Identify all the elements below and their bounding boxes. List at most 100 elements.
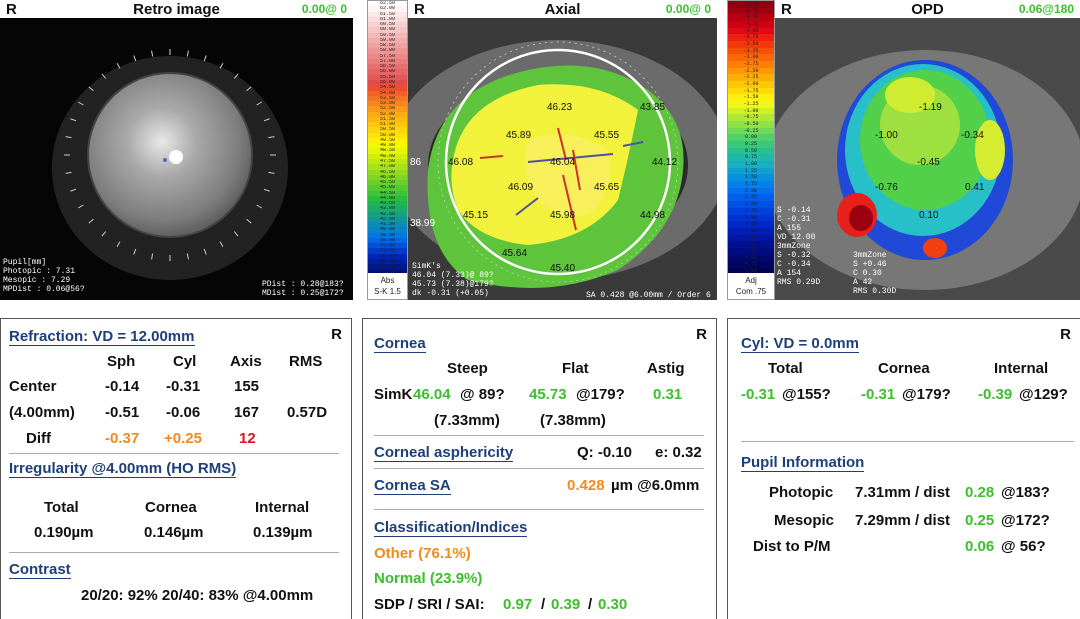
scale-cell: -1.50 (728, 94, 774, 102)
scale-cell: -3.50 (728, 41, 774, 48)
axial-color-scale: 62.50 62.00 61.50 61.00 60.50 60.00 59.50 59.00… (367, 0, 408, 300)
axial-reading: 45.40 (550, 263, 576, 274)
opd-left-line: C -0.31 (777, 215, 811, 224)
center-axis: 155 (234, 378, 260, 395)
scale-cell: -0.75 (728, 114, 774, 122)
axial-simk-line: 45.73 (7.38)@179? (412, 280, 494, 289)
retro-pupil-info: Pupil[mm] Photopic : 7.31 Mesopic : 7.29… (3, 258, 85, 294)
scale-cell: 2.00 (728, 187, 774, 195)
axial-map (408, 0, 717, 300)
opd-value: 0.06@180 (1018, 2, 1074, 16)
opd-scale-footer: Adj Com .75 (728, 273, 774, 299)
scale-cell: 4.50 (728, 254, 774, 262)
axial-reading: 46.09 (508, 182, 534, 193)
cyl-title: Cyl: VD = 0.0mm (741, 335, 859, 353)
retro-pupil-line: Pupil[mm] (3, 258, 47, 267)
divider (374, 435, 704, 436)
center-cyl: -0.31 (166, 378, 201, 395)
opd-right-line: A 42 (853, 278, 873, 287)
4mm-axis: 167 (234, 404, 260, 421)
axial-reading: 45.55 (594, 130, 620, 141)
axial-header: R Axial 0.00@ 0 (408, 0, 717, 18)
opd-reading: 0.41 (965, 182, 985, 193)
axial-reading: 44.12 (652, 157, 678, 168)
cornea-eye-label: R (696, 326, 707, 343)
scale-cell: -4.75 (728, 7, 774, 15)
opd-left-line: S -0.14 (777, 206, 811, 215)
scale-cell: 0.25 (728, 141, 774, 148)
scale-cell: -4.00 (728, 27, 774, 35)
center-sph: -0.14 (105, 378, 140, 395)
indices-separator: / (588, 596, 593, 613)
simk-astig-value: 0.31 (653, 386, 683, 403)
divider (9, 552, 339, 553)
scale-cell: 1.50 (728, 174, 774, 182)
divider (741, 441, 1074, 442)
opd-scale-column: -5.00 -4.75 -4.50 -4.25 -4.00 -3.75 -3.50 -3.25… (728, 1, 774, 275)
retro-image-view[interactable]: R Retro image 0.00@ 0 Pupil[mm] Photopic… (0, 0, 353, 300)
opd-reading: -1.19 (919, 102, 942, 113)
sai-value: 0.30 (598, 596, 628, 613)
scale-cell: 3.25 (728, 221, 774, 228)
opd-left-info: S -0.14 C -0.31 A 155 VD 12.00 3mmZone S… (777, 206, 820, 287)
opd-reading: 0.10 (919, 210, 939, 221)
irr-cornea-value: 0.146µm (144, 524, 204, 541)
axial-scale-step: S-K 1.5 (374, 287, 401, 296)
scale-cell: -4.25 (728, 21, 774, 28)
classification-title: Classification/Indices (374, 519, 528, 537)
axial-map-view[interactable]: R Axial 0.00@ 0 46.23 43.85 45.89 45.55 … (408, 0, 717, 300)
opd-left-line: C -0.34 (777, 260, 811, 269)
cyl-total-value: -0.31 (741, 386, 776, 403)
scale-cell: -1.25 (728, 101, 774, 108)
cyl-eye-label: R (1060, 326, 1071, 343)
col-header-astig: Astig (647, 360, 685, 377)
opd-left-line: VD 12.00 (777, 233, 816, 242)
opd-reading: -0.45 (917, 157, 940, 168)
dist-label: Dist to P/M (753, 538, 831, 555)
sa-title: Cornea SA (374, 477, 451, 495)
axial-reading: 45.64 (502, 248, 528, 259)
sa-value: 0.428 (567, 477, 605, 494)
simk-flat-mm: (7.38mm) (540, 412, 606, 429)
cyl-header-internal: Internal (994, 360, 1049, 377)
scale-cell: -4.50 (728, 14, 774, 22)
mesopic-label: Mesopic (774, 512, 835, 529)
simk-label: SimK (374, 386, 413, 403)
opd-reading: -0.34 (961, 130, 984, 141)
sa-unit: µm @6.0mm (611, 477, 700, 494)
scale-cell: -2.25 (728, 74, 774, 82)
opd-right-line: S +0.46 (853, 260, 887, 269)
indices-label: SDP / SRI / SAI: (374, 596, 485, 613)
opd-header: R OPD 0.06@180 (775, 0, 1080, 18)
cornea-title: Cornea (374, 335, 426, 353)
axial-scale-mode: Abs (380, 276, 395, 285)
photopic-label: Photopic (769, 484, 834, 501)
retro-pdist-info: PDist : 0.28@183? MDist : 0.25@172? (262, 280, 344, 298)
scale-cell: 4.00 (728, 241, 774, 248)
cyl-internal-axis: @129? (1019, 386, 1068, 403)
scale-cell: -0.25 (728, 127, 774, 135)
scale-cell: -1.75 (728, 87, 774, 95)
opd-map-view[interactable]: R OPD 0.06@180 -1.19 -1.00 -0.34 -0.45 -… (775, 0, 1080, 300)
sri-value: 0.39 (551, 596, 581, 613)
e-value: e: 0.32 (655, 444, 702, 461)
retro-pdist-line: PDist : 0.28@183? (262, 280, 344, 289)
photopic-dist: 0.28 (965, 484, 995, 501)
cyl-header-cornea: Cornea (878, 360, 930, 377)
simk-flat-axis: @179? (576, 386, 625, 403)
photopic-axis: @183? (1001, 484, 1050, 501)
mesopic-mm: 7.29mm / dist (855, 512, 951, 529)
opd-right-info: 3mmZone S +0.46 C 0.30 A 42 RMS 0.30D (853, 251, 896, 296)
axial-reading: 46.23 (547, 102, 573, 113)
cyl-internal-value: -0.39 (978, 386, 1013, 403)
scale-cell: 4.75 (728, 261, 774, 268)
opd-color-scale: -5.00 -4.75 -4.50 -4.25 -4.00 -3.75 -3.50 -3.25… (727, 0, 775, 300)
retro-pupil-line: Photopic : 7.31 (3, 267, 76, 276)
opd-reading: -0.76 (875, 182, 898, 193)
simk-steep-axis: @ 89? (460, 386, 505, 403)
axial-simk-info: SimK's 46.04 (7.33)@ 89? 45.73 (7.38)@17… (412, 262, 494, 298)
scale-cell: -3.75 (728, 34, 774, 42)
retro-value: 0.00@ 0 (301, 2, 347, 16)
opd-left-line: A 154 (777, 269, 802, 278)
dist-value: 0.06 (965, 538, 995, 555)
